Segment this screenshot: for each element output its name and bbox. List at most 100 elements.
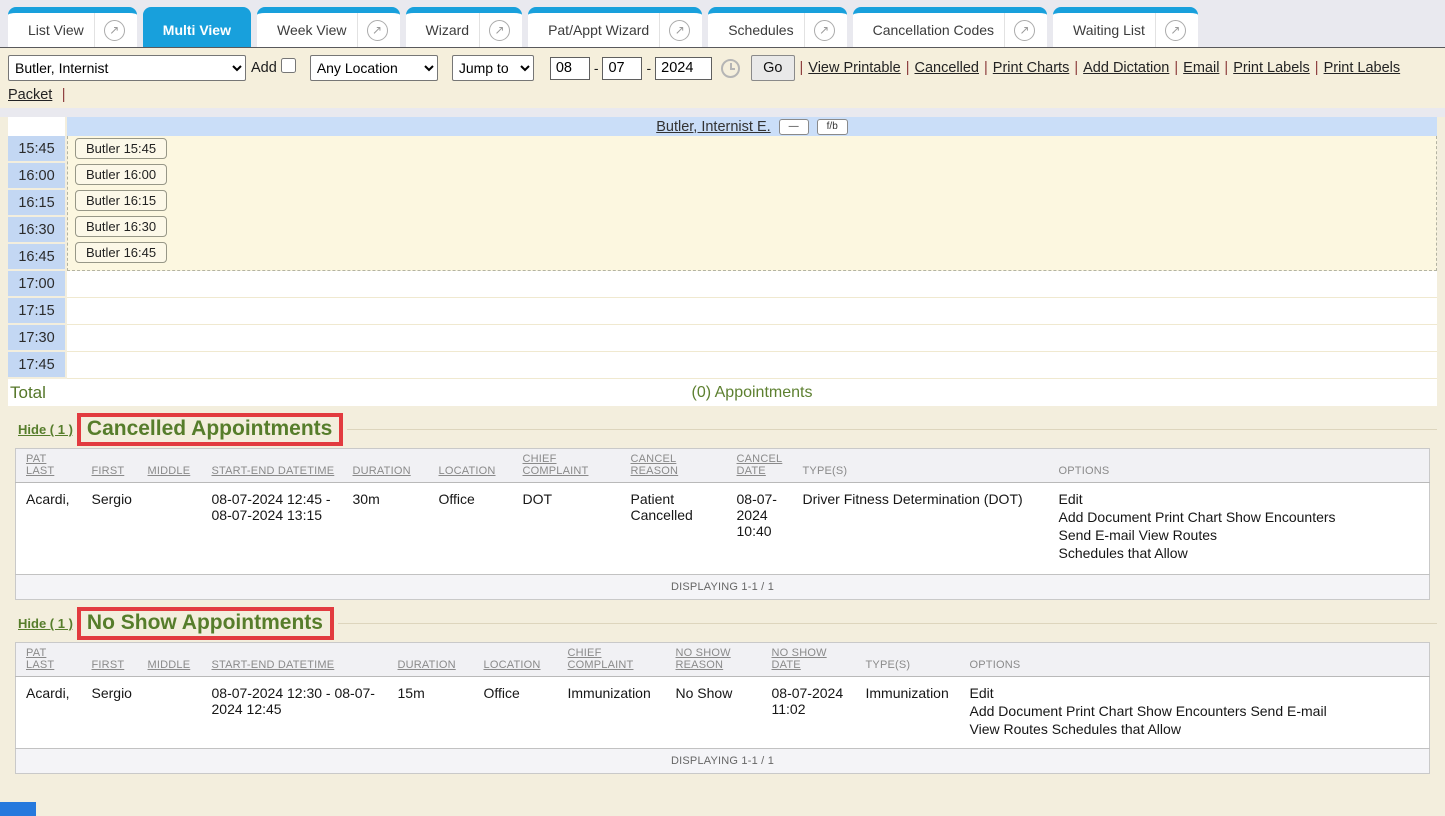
- add-checkbox[interactable]: [281, 58, 296, 73]
- print-labels-packet-link-wrap[interactable]: Packet: [8, 87, 52, 103]
- add-document-option[interactable]: Add Document: [970, 703, 1063, 719]
- link-separator: |: [62, 87, 66, 103]
- edit-option[interactable]: Edit: [970, 685, 994, 701]
- print-chart-option[interactable]: Print Chart: [1155, 509, 1222, 525]
- tab-week-view[interactable]: Week View: [257, 7, 400, 47]
- tab-schedules[interactable]: Schedules: [708, 7, 846, 47]
- cancelled-link[interactable]: Cancelled: [915, 60, 980, 76]
- popout-icon[interactable]: [1014, 20, 1035, 41]
- jump-to-select[interactable]: Jump to: [452, 55, 534, 81]
- popout-icon[interactable]: [489, 20, 510, 41]
- column-header-chief-complaint[interactable]: CHIEF COMPLAINT: [568, 647, 634, 671]
- view-routes-option[interactable]: View Routes: [970, 721, 1048, 737]
- slot-button[interactable]: Butler 16:30: [75, 216, 167, 237]
- add-document-option[interactable]: Add Document: [1059, 509, 1152, 525]
- tab-list-view[interactable]: List View: [8, 7, 137, 47]
- column-header-no-show-date[interactable]: NO SHOW DATE: [772, 647, 827, 671]
- add-dictation-link[interactable]: Add Dictation: [1083, 60, 1169, 76]
- column-header-location[interactable]: LOCATION: [484, 659, 541, 671]
- open-slot-area: Butler 15:45 Butler 16:00 Butler 16:15 B…: [67, 136, 1437, 271]
- edit-option[interactable]: Edit: [1059, 491, 1083, 507]
- cell-no-show-reason: No Show: [666, 677, 762, 749]
- column-header-duration[interactable]: DURATION: [398, 659, 456, 671]
- schedules-that-allow-option[interactable]: Schedules that Allow: [1059, 545, 1188, 561]
- tab-multi-view[interactable]: Multi View: [143, 7, 251, 47]
- slot-button[interactable]: Butler 16:15: [75, 190, 167, 211]
- send-email-option[interactable]: Send E-mail: [1059, 527, 1135, 543]
- schedule-column-header: Butler, Internist E. — f/b: [8, 117, 1437, 136]
- show-encounters-option[interactable]: Show Encounters: [1226, 509, 1336, 525]
- date-year-input[interactable]: [655, 57, 712, 80]
- popout-icon[interactable]: [1165, 20, 1186, 41]
- popout-icon[interactable]: [669, 20, 690, 41]
- date-separator: -: [594, 60, 599, 76]
- slot-button[interactable]: Butler 16:00: [75, 164, 167, 185]
- column-header-location[interactable]: LOCATION: [439, 465, 496, 477]
- popout-icon[interactable]: [367, 20, 388, 41]
- column-header-duration[interactable]: DURATION: [353, 465, 411, 477]
- hide-no-show-link[interactable]: Hide ( 1 ): [18, 616, 73, 631]
- print-labels-packet-link[interactable]: Print Labels: [1324, 60, 1401, 76]
- tab-cancellation-codes[interactable]: Cancellation Codes: [853, 7, 1047, 47]
- print-charts-link[interactable]: Print Charts: [993, 60, 1070, 76]
- column-header-middle[interactable]: MIDDLE: [148, 465, 191, 477]
- red-highlight-box: No Show Appointments: [77, 607, 334, 640]
- tab-waiting-list[interactable]: Waiting List: [1053, 7, 1198, 47]
- cancelled-section-title: Cancelled Appointments: [87, 417, 332, 440]
- link-separator: |: [800, 60, 804, 76]
- tab-wizard[interactable]: Wizard: [406, 7, 523, 47]
- empty-slot-row: [67, 325, 1437, 352]
- column-header-cancel-date[interactable]: CANCEL DATE: [737, 453, 783, 477]
- cell-chief-complaint: DOT: [513, 483, 621, 575]
- column-header-first[interactable]: FIRST: [92, 465, 125, 477]
- add-label: Add: [251, 60, 277, 76]
- fb-button[interactable]: f/b: [817, 119, 848, 135]
- send-email-option[interactable]: Send E-mail: [1250, 703, 1326, 719]
- column-header-chief-complaint[interactable]: CHIEF COMPLAINT: [523, 453, 589, 477]
- tab-label: Schedules: [718, 22, 803, 38]
- column-header-pat-last[interactable]: PAT LAST: [26, 647, 54, 671]
- provider-column-link[interactable]: Butler, Internist E.: [656, 119, 770, 135]
- date-month-input[interactable]: [550, 57, 590, 80]
- hide-cancelled-link[interactable]: Hide ( 1 ): [18, 422, 73, 437]
- link-separator: |: [984, 60, 988, 76]
- cell-duration: 30m: [343, 483, 429, 575]
- cell-cancel-date: 08-07-2024 10:40: [727, 483, 793, 575]
- print-chart-option[interactable]: Print Chart: [1066, 703, 1133, 719]
- no-show-header-row: PAT LAST FIRST MIDDLE START-END DATETIME…: [16, 643, 1430, 677]
- column-header-start-end[interactable]: START-END DATETIME: [212, 659, 335, 671]
- column-header-first[interactable]: FIRST: [92, 659, 125, 671]
- appointments-count: (0) Appointments: [67, 384, 1437, 402]
- go-button[interactable]: Go: [751, 55, 794, 81]
- cancelled-appointments-table: PAT LAST FIRST MIDDLE START-END DATETIME…: [15, 448, 1430, 600]
- print-labels-link[interactable]: Print Labels: [1233, 60, 1310, 76]
- location-select[interactable]: Any Location: [310, 55, 438, 81]
- slot-button[interactable]: Butler 16:45: [75, 242, 167, 263]
- column-header-pat-last[interactable]: PAT LAST: [26, 453, 54, 477]
- collapse-column-button[interactable]: —: [779, 119, 809, 135]
- slot-button[interactable]: Butler 15:45: [75, 138, 167, 159]
- clock-icon[interactable]: [721, 59, 740, 78]
- popout-icon[interactable]: [104, 20, 125, 41]
- column-header-cancel-reason[interactable]: CANCEL REASON: [631, 453, 679, 477]
- view-routes-option[interactable]: View Routes: [1139, 527, 1217, 543]
- provider-select[interactable]: Butler, Internist: [8, 55, 246, 81]
- tab-label: Multi View: [153, 22, 241, 38]
- column-header-start-end[interactable]: START-END DATETIME: [212, 465, 335, 477]
- cell-types: Immunization: [856, 677, 960, 749]
- no-show-appointments-section: Hide ( 1 ) No Show Appointments PAT LAST…: [8, 605, 1437, 774]
- toolbar: Butler, Internist Add Any Location Jump …: [0, 48, 1445, 108]
- column-header-no-show-reason[interactable]: NO SHOW REASON: [676, 647, 731, 671]
- date-day-input[interactable]: [602, 57, 642, 80]
- schedules-that-allow-option[interactable]: Schedules that Allow: [1052, 721, 1181, 737]
- column-header-middle[interactable]: MIDDLE: [148, 659, 191, 671]
- time-label: 16:00: [8, 163, 65, 188]
- tab-pat-appt-wizard[interactable]: Pat/Appt Wizard: [528, 7, 702, 47]
- link-separator: |: [1174, 60, 1178, 76]
- email-link[interactable]: Email: [1183, 60, 1219, 76]
- link-separator: |: [1224, 60, 1228, 76]
- popout-icon[interactable]: [814, 20, 835, 41]
- view-printable-link[interactable]: View Printable: [808, 60, 900, 76]
- show-encounters-option[interactable]: Show Encounters: [1137, 703, 1247, 719]
- cell-pat-last: Acardi,: [16, 677, 82, 749]
